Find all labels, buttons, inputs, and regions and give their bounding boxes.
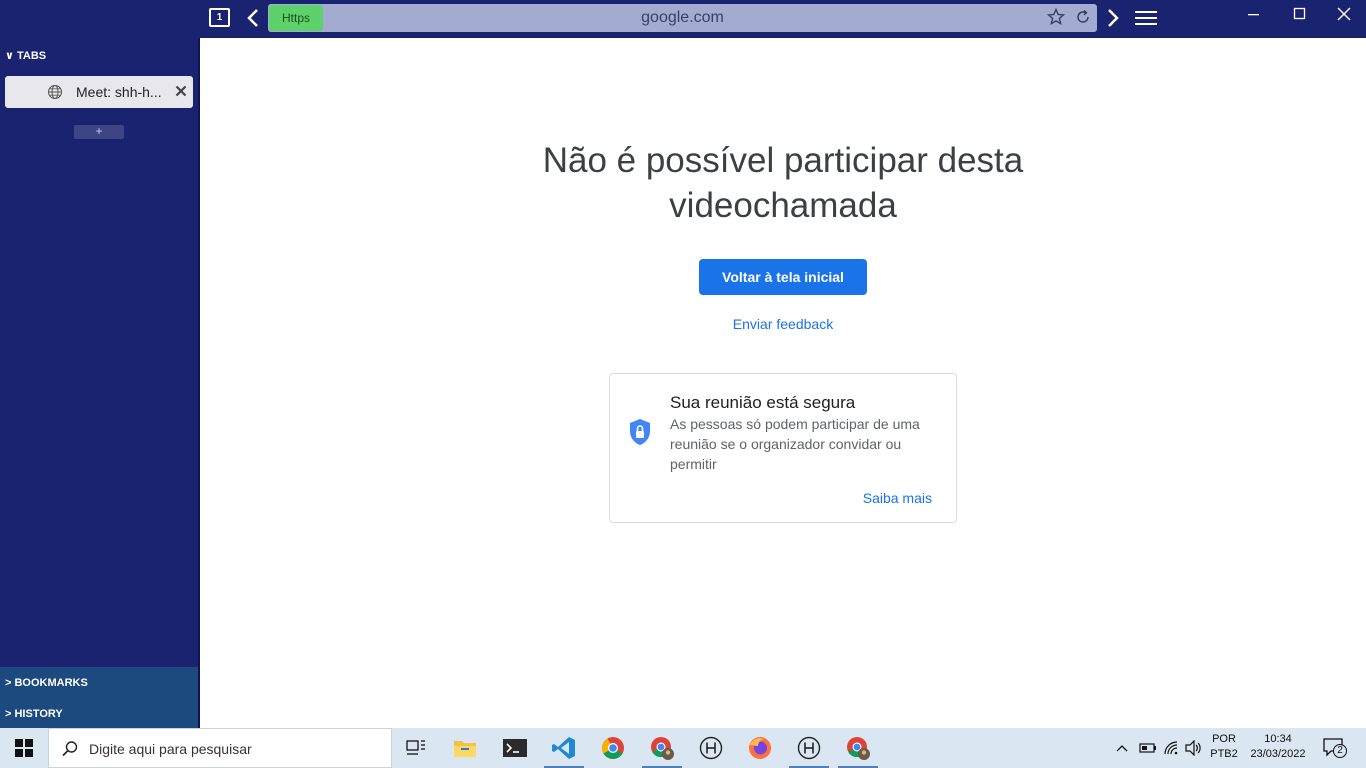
forward-arrow-icon[interactable] [1103, 6, 1123, 30]
tabs-section-header[interactable]: ∨ TABS [5, 49, 46, 62]
sidebar-tab-item[interactable]: Meet: shh-h... [5, 76, 193, 108]
hamburger-menu-icon[interactable] [1135, 9, 1157, 27]
return-home-button[interactable]: Voltar à tela inicial [699, 259, 867, 295]
learn-more-link[interactable]: Saiba mais [863, 490, 932, 506]
chrome-button[interactable] [589, 728, 637, 768]
start-button[interactable] [0, 728, 48, 768]
add-tab-button[interactable]: + [74, 125, 124, 139]
clock[interactable]: 10:34 23/03/2022 [1246, 732, 1310, 762]
sidebar: ∨ TABS Meet: shh-h... + > BOOKMARKS > HI… [0, 38, 198, 728]
page-content: Não é possível participar desta videocha… [200, 38, 1366, 728]
page-title: Não é possível participar desta videocha… [200, 138, 1366, 228]
page-title-line-1: Não é possível participar desta [542, 141, 1024, 180]
back-arrow-icon[interactable] [243, 6, 263, 30]
task-view-icon [406, 740, 425, 755]
keyboard-layout-label: PTB2 [1210, 748, 1238, 760]
chrome-icon [602, 737, 624, 759]
reload-icon[interactable] [1074, 8, 1092, 26]
chrome-profile-icon-2 [847, 737, 870, 760]
windows-taskbar: Digite aqui para pesquisar POR PTB2 10:3… [0, 728, 1366, 768]
firefox-button[interactable] [736, 728, 784, 768]
bookmark-star-icon[interactable] [1047, 8, 1065, 26]
clock-date: 23/03/2022 [1250, 748, 1306, 760]
sidebar-tab-label[interactable]: Meet: shh-h... [76, 84, 162, 100]
battery-icon[interactable] [1139, 742, 1157, 754]
terminal-icon [503, 739, 527, 757]
history-section-header[interactable]: > HISTORY [5, 708, 63, 720]
folder-icon [454, 741, 476, 757]
notification-center-button[interactable]: 2 [1322, 737, 1347, 759]
search-placeholder: Digite aqui para pesquisar [89, 741, 252, 757]
vscode-icon [552, 737, 575, 759]
page-title-line-2: videochamada [669, 186, 897, 225]
chevron-up-icon[interactable] [1115, 742, 1129, 754]
url-text[interactable]: google.com [268, 4, 1097, 32]
task-view-button[interactable] [392, 728, 440, 768]
notification-count-badge: 2 [1333, 744, 1347, 758]
input-language-indicator[interactable]: POR PTB2 [1206, 732, 1242, 762]
browser-toolbar: 1 google.com Https [0, 0, 1366, 38]
vscode-button[interactable] [540, 728, 588, 768]
close-window-icon[interactable] [1334, 4, 1354, 24]
hyper-button-1[interactable] [687, 728, 735, 768]
card-title: Sua reunião está segura [670, 393, 856, 412]
search-icon [62, 741, 78, 757]
globe-icon [48, 85, 62, 99]
hyper-icon-2 [797, 736, 821, 760]
close-tab-icon[interactable] [175, 85, 187, 97]
windows-logo-icon [15, 739, 33, 757]
chrome-profile-icon [651, 737, 674, 760]
wifi-icon[interactable] [1163, 740, 1179, 756]
chrome-profile-button-1[interactable] [638, 728, 686, 768]
hyper-icon [699, 736, 723, 760]
send-feedback-link[interactable]: Enviar feedback [683, 316, 883, 332]
terminal-button[interactable] [491, 728, 539, 768]
clock-time: 10:34 [1264, 733, 1292, 745]
minimize-icon[interactable] [1244, 4, 1264, 24]
shield-lock-icon [630, 419, 650, 445]
language-label: POR [1212, 733, 1236, 745]
firefox-icon [749, 737, 771, 759]
chrome-profile-button-2[interactable] [834, 728, 882, 768]
card-description: As pessoas só podem participar de uma re… [670, 416, 920, 472]
https-badge[interactable]: Https [269, 5, 323, 31]
bookmarks-section-header[interactable]: > BOOKMARKS [5, 677, 88, 689]
security-info-card: Sua reunião está segura As pessoas só po… [609, 373, 957, 523]
taskbar-search-box[interactable]: Digite aqui para pesquisar [48, 728, 392, 768]
maximize-icon[interactable] [1290, 4, 1310, 24]
sidebar-bottom-panel: > BOOKMARKS > HISTORY [0, 667, 198, 728]
hyper-button-2[interactable] [785, 728, 833, 768]
volume-icon[interactable] [1185, 740, 1203, 756]
tab-count-badge[interactable]: 1 [209, 8, 230, 27]
address-bar[interactable]: google.com Https [268, 4, 1097, 32]
file-explorer-button[interactable] [441, 728, 489, 768]
